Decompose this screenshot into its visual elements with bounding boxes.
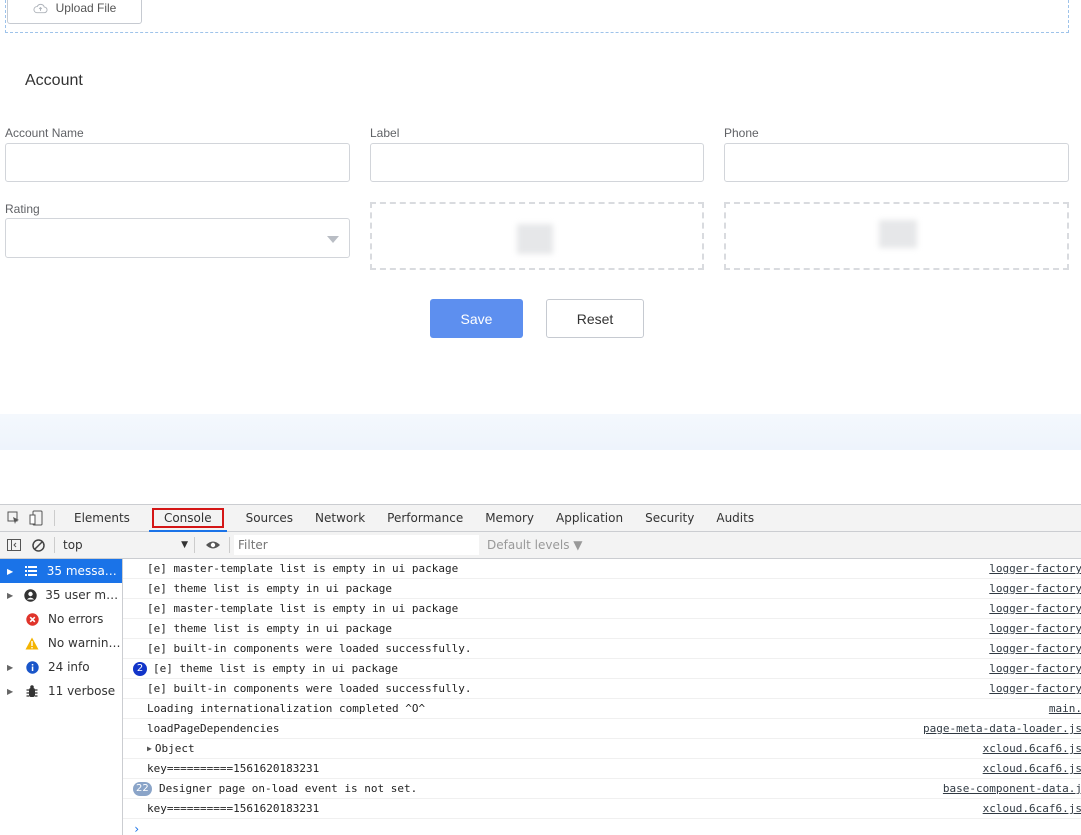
console-message[interactable]: [e] theme list is empty in ui package log… [123, 579, 1081, 599]
tab-network[interactable]: Network [304, 505, 376, 532]
bug-icon [24, 683, 40, 699]
source-link[interactable]: base-component-data.j [943, 782, 1081, 795]
source-link[interactable]: logger-factory [989, 562, 1081, 575]
phone-input[interactable] [724, 143, 1069, 182]
source-link[interactable]: xcloud.6caf6.js [983, 742, 1081, 755]
repeat-count-badge: 2 [133, 662, 147, 676]
console-messages: [e] master-template list is empty in ui … [123, 559, 1081, 835]
source-link[interactable]: page-meta-data-loader.js [923, 722, 1081, 735]
footer-band [0, 414, 1081, 450]
console-message[interactable]: loadPageDependencies page-meta-data-loade… [123, 719, 1081, 739]
console-prompt[interactable]: › [123, 819, 1081, 835]
expand-arrow-icon: ▶ [7, 662, 14, 672]
console-message[interactable]: key==========1561620183231 xcloud.6caf6.j… [123, 799, 1081, 819]
clear-console-icon[interactable] [30, 537, 46, 553]
phone-label: Phone [724, 126, 759, 140]
upload-dropzone[interactable] [5, 0, 1069, 33]
console-message[interactable]: Loading internationalization completed ^… [123, 699, 1081, 719]
sidebar-item-user-messages[interactable]: ▶ 35 user mes… [0, 583, 122, 607]
reset-button[interactable]: Reset [546, 299, 644, 338]
dropdown-arrow-icon: ▼ [181, 540, 188, 550]
upload-file-label: Upload File [55, 1, 117, 15]
console-sidebar: ▶ 35 messages ▶ 35 user mes… No errors [0, 559, 123, 835]
source-link[interactable]: xcloud.6caf6.js [983, 802, 1081, 815]
context-value: top [63, 538, 83, 552]
devtools-panel: Elements Console Sources Network Perform… [0, 504, 1081, 835]
console-message[interactable]: [e] built-in components were loaded succ… [123, 679, 1081, 699]
source-link[interactable]: logger-factory [989, 602, 1081, 615]
rating-select[interactable] [5, 218, 350, 258]
section-title: Account [25, 72, 83, 89]
tab-memory[interactable]: Memory [474, 505, 545, 532]
toolbar-divider [54, 510, 55, 526]
tab-application[interactable]: Application [545, 505, 634, 532]
label-input[interactable] [370, 143, 704, 182]
console-message[interactable]: [e] master-template list is empty in ui … [123, 559, 1081, 579]
user-icon [23, 587, 37, 603]
console-toolbar: top ▼ Default levels ▼ [0, 532, 1081, 559]
console-message[interactable]: 2 [e] theme list is empty in ui package l… [123, 659, 1081, 679]
toolbar-divider [54, 537, 55, 553]
eye-icon[interactable] [205, 537, 221, 553]
tab-console[interactable]: Console [141, 505, 235, 532]
sidebar-toggle-icon[interactable] [6, 537, 22, 553]
source-link[interactable]: logger-factory [989, 642, 1081, 655]
sidebar-item-info[interactable]: ▶ 24 info [0, 655, 122, 679]
account-name-input[interactable] [5, 143, 350, 182]
prompt-chevron-icon: › [133, 822, 141, 835]
console-message[interactable]: 22 Designer page on-load event is not se… [123, 779, 1081, 799]
source-link[interactable]: logger-factory [989, 622, 1081, 635]
source-link[interactable]: xcloud.6caf6.js [983, 762, 1081, 775]
device-toolbar-icon[interactable] [28, 510, 44, 526]
devtools-tab-bar: Elements Console Sources Network Perform… [0, 505, 1081, 532]
component-placeholder[interactable] [724, 202, 1069, 270]
console-message[interactable]: [e] built-in components were loaded succ… [123, 639, 1081, 659]
tab-performance[interactable]: Performance [376, 505, 474, 532]
sidebar-item-messages[interactable]: ▶ 35 messages [0, 559, 122, 583]
sidebar-item-warnings[interactable]: No warnings [0, 631, 122, 655]
expand-arrow-icon: ▶ [7, 590, 14, 600]
source-link[interactable]: logger-factory [989, 582, 1081, 595]
source-link[interactable]: logger-factory [989, 662, 1081, 675]
expand-arrow-icon: ▶ [7, 566, 14, 576]
tab-sources[interactable]: Sources [235, 505, 304, 532]
tab-security[interactable]: Security [634, 505, 705, 532]
source-link[interactable]: logger-factory [989, 682, 1081, 695]
sidebar-item-errors[interactable]: No errors [0, 607, 122, 631]
expand-arrow-icon[interactable]: ▶ [147, 744, 152, 753]
sidebar-item-verbose[interactable]: ▶ 11 verbose [0, 679, 122, 703]
console-message[interactable]: key==========1561620183231 xcloud.6caf6.j… [123, 759, 1081, 779]
source-link[interactable]: main. [1049, 702, 1081, 715]
chevron-down-icon [327, 236, 339, 243]
context-select[interactable]: top ▼ [59, 535, 194, 555]
tab-elements[interactable]: Elements [63, 505, 141, 532]
account-name-label: Account Name [5, 126, 84, 140]
label-field-label: Label [370, 126, 400, 140]
toolbar-divider [194, 537, 195, 553]
component-placeholder[interactable] [370, 202, 704, 270]
info-icon [24, 659, 40, 675]
warning-icon [24, 635, 40, 651]
console-message[interactable]: [e] master-template list is empty in ui … [123, 599, 1081, 619]
blurred-content [879, 220, 917, 248]
cloud-upload-icon [33, 3, 48, 14]
rating-label: Rating [5, 202, 40, 216]
tab-audits[interactable]: Audits [705, 505, 765, 532]
repeat-count-badge: 22 [133, 782, 152, 796]
console-message[interactable]: [e] theme list is empty in ui package log… [123, 619, 1081, 639]
save-button[interactable]: Save [430, 299, 523, 338]
default-levels-dropdown[interactable]: Default levels ▼ [487, 538, 583, 552]
console-message[interactable]: ▶ Object xcloud.6caf6.js [123, 739, 1081, 759]
list-icon [24, 563, 39, 579]
blurred-content [517, 224, 553, 254]
inspect-element-icon[interactable] [6, 510, 22, 526]
upload-file-button[interactable]: Upload File [7, 0, 142, 24]
toolbar-divider [229, 537, 230, 553]
error-icon [24, 611, 40, 627]
expand-arrow-icon: ▶ [7, 686, 14, 696]
filter-input[interactable] [234, 535, 479, 555]
